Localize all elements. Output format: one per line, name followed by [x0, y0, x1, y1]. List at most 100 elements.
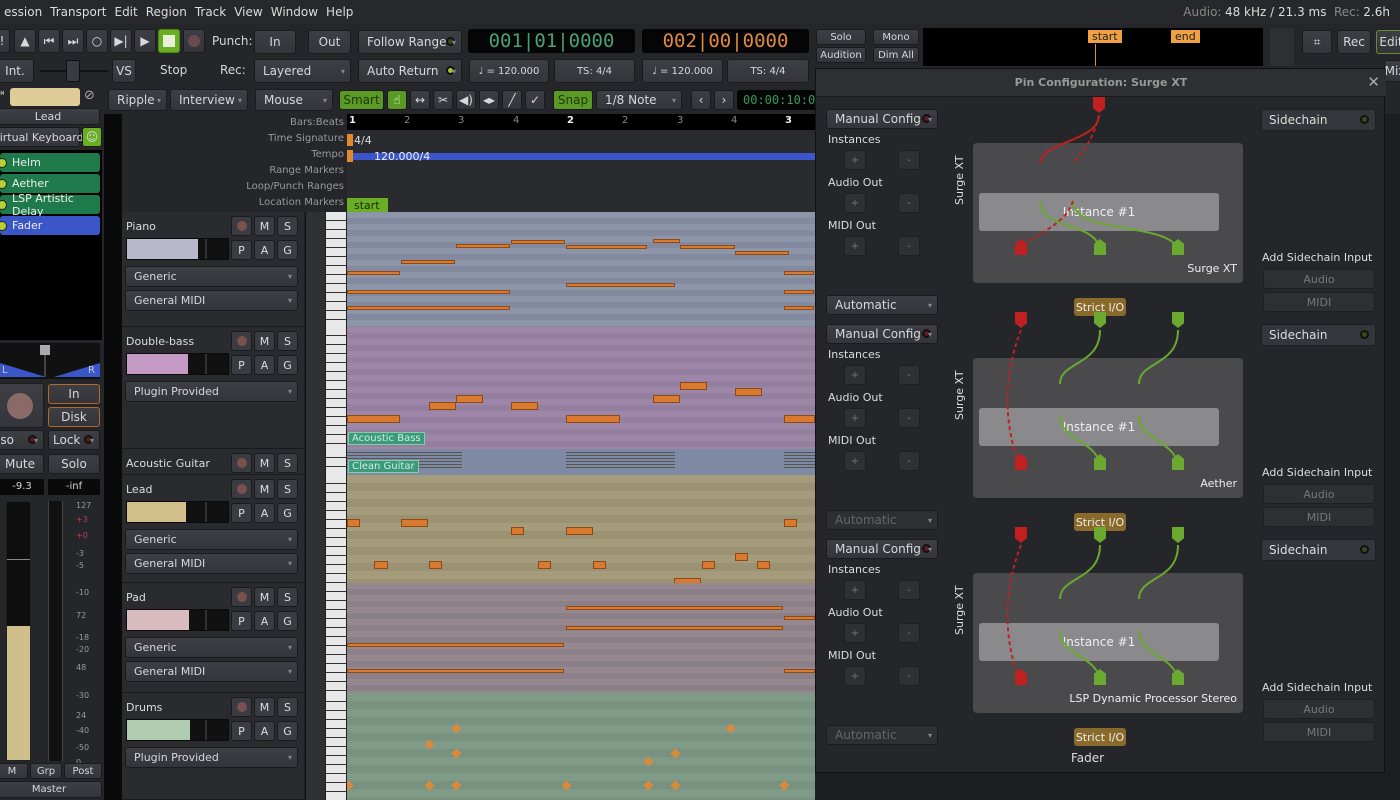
ts-display-2[interactable]: TS: 4/4: [727, 59, 809, 83]
midi-note[interactable]: [511, 527, 524, 535]
note-range-scroller[interactable]: [305, 693, 325, 800]
rec-arm-button[interactable]: [231, 587, 252, 607]
iso-button[interactable]: lso: [0, 430, 44, 450]
midi-note[interactable]: [702, 561, 715, 569]
rec-mode-select[interactable]: Layered: [254, 59, 351, 83]
plugin-aether[interactable]: Aether: [0, 174, 100, 193]
group-button[interactable]: G: [277, 355, 298, 375]
ts-display-1[interactable]: TS: 4/4: [554, 59, 635, 83]
solo-button[interactable]: S: [277, 331, 298, 351]
panic-button[interactable]: !: [0, 29, 10, 53]
midi-note[interactable]: [347, 643, 564, 647]
drum-hit[interactable]: [670, 780, 681, 791]
mute-button[interactable]: M: [254, 453, 275, 473]
lane-lead[interactable]: [347, 475, 815, 583]
mute-button[interactable]: M: [254, 587, 275, 607]
crop-icon[interactable]: ⌗: [1302, 30, 1332, 54]
smart-mode-button[interactable]: Smart: [339, 90, 384, 110]
track-header-piano[interactable]: Piano M S P A G Generic General MIDI: [122, 212, 304, 327]
rec-arm-button[interactable]: [231, 479, 252, 499]
config-mode-select[interactable]: Automatic: [826, 510, 938, 530]
rec-window-button[interactable]: Rec: [1337, 30, 1371, 54]
solo-strip-button[interactable]: Solo: [48, 454, 100, 474]
piano-roll-keys[interactable]: [326, 693, 346, 800]
track-name[interactable]: Acoustic Guitar: [126, 457, 210, 470]
instances-remove-button[interactable]: -: [898, 150, 920, 170]
monitor-disk-button[interactable]: Disk: [48, 407, 100, 427]
sidechain-button[interactable]: Sidechain: [1261, 109, 1376, 131]
metronome-icon[interactable]: ▲: [14, 29, 36, 53]
bars-beats-ruler[interactable]: 1 2 3 4 2 2 3 4 3: [347, 114, 815, 130]
solo-button[interactable]: S: [277, 453, 298, 473]
grid-type-select[interactable]: 1/8 Note: [596, 90, 682, 110]
midi-note[interactable]: [429, 402, 456, 410]
rec-arm-button[interactable]: [231, 697, 252, 717]
playlist-button[interactable]: P: [231, 611, 252, 631]
output-button[interactable]: Master: [0, 781, 102, 798]
instrument-select[interactable]: Plugin Provided: [125, 747, 298, 768]
midi-note[interactable]: [757, 561, 770, 569]
midi-note[interactable]: [511, 402, 538, 410]
rec-arm-button[interactable]: [231, 453, 252, 473]
instrument-select[interactable]: Generic: [125, 266, 298, 287]
mute-button[interactable]: M: [254, 479, 275, 499]
midi-note[interactable]: [784, 519, 797, 527]
drum-hit[interactable]: [561, 780, 572, 791]
instances-add-button[interactable]: +: [844, 150, 866, 170]
drum-hit[interactable]: [779, 780, 790, 791]
mono-button[interactable]: Mono: [873, 29, 919, 45]
drum-hit[interactable]: [424, 780, 435, 791]
mute-button[interactable]: M: [254, 331, 275, 351]
patch-select[interactable]: General MIDI: [125, 553, 298, 574]
ts-marker[interactable]: [347, 134, 353, 146]
drum-hit[interactable]: [670, 748, 681, 759]
menu-help[interactable]: Help: [322, 5, 357, 19]
add-sidechain-midi-button[interactable]: MIDI: [1263, 292, 1375, 312]
instrument-select[interactable]: Generic: [125, 637, 298, 658]
note-range-scroller[interactable]: [305, 449, 325, 475]
audio-out-remove-button[interactable]: -: [898, 623, 920, 643]
lane-drums[interactable]: [347, 693, 815, 800]
piano-roll-keys[interactable]: [326, 212, 346, 327]
lane-double-bass[interactable]: [347, 327, 815, 449]
edit-window-button[interactable]: Edit: [1376, 30, 1400, 54]
audio-out-add-button[interactable]: +: [844, 193, 866, 213]
automation-button[interactable]: A: [254, 611, 275, 631]
lane-piano[interactable]: [347, 212, 815, 327]
track-name[interactable]: Double-bass: [126, 335, 194, 348]
playlist-button[interactable]: P: [231, 503, 252, 523]
goto-start-icon[interactable]: ⏮: [38, 29, 60, 53]
midi-out-remove-button[interactable]: -: [898, 236, 920, 256]
note-range-scroller[interactable]: [305, 475, 325, 583]
group-button[interactable]: G: [277, 611, 298, 631]
menu-session[interactable]: ession: [0, 5, 46, 19]
menu-window[interactable]: Window: [267, 5, 322, 19]
midi-note[interactable]: [566, 245, 647, 249]
mini-start-marker[interactable]: start: [1088, 30, 1122, 43]
playlist-button[interactable]: P: [231, 355, 252, 375]
close-icon[interactable]: ✕: [1367, 73, 1380, 91]
solo-button[interactable]: S: [277, 587, 298, 607]
track-header-acoustic-guitar[interactable]: Acoustic Guitar M S: [122, 449, 304, 475]
vs-button[interactable]: VS: [112, 59, 136, 83]
add-sidechain-audio-button[interactable]: Audio: [1263, 699, 1375, 719]
group-button[interactable]: G: [277, 721, 298, 741]
midi-out-remove-button[interactable]: -: [898, 666, 920, 686]
mini-timeline[interactable]: start end: [923, 28, 1263, 66]
audition-button[interactable]: Audition: [816, 47, 866, 63]
stop-icon[interactable]: [158, 29, 180, 53]
drum-hit[interactable]: [643, 780, 654, 791]
patch-select[interactable]: General MIDI: [125, 290, 298, 311]
track-header-double-bass[interactable]: Double-bass M S P A G Plugin Provided: [122, 327, 304, 449]
midi-note[interactable]: [347, 669, 564, 673]
drum-hit[interactable]: [725, 723, 736, 734]
midi-note[interactable]: [347, 271, 400, 275]
hide-icon[interactable]: ⊘: [84, 88, 95, 103]
range-tool-icon[interactable]: ↔: [410, 90, 430, 110]
peak-display[interactable]: -inf: [48, 479, 100, 495]
midi-note[interactable]: [680, 382, 707, 390]
track-fader[interactable]: [126, 719, 229, 741]
track-color-swatch[interactable]: [10, 88, 80, 106]
midi-note[interactable]: [653, 395, 680, 403]
drum-hit[interactable]: [451, 780, 462, 791]
